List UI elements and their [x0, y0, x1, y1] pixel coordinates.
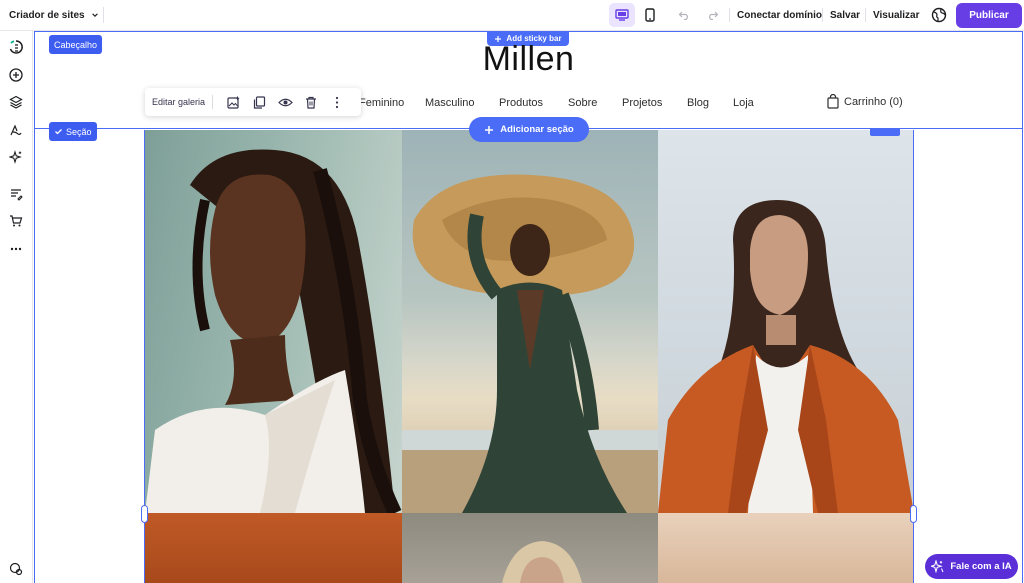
resize-handle-left[interactable]: [141, 505, 148, 523]
ai-chat-label: Fale com a IA: [950, 561, 1012, 572]
nav-item-masculino[interactable]: Masculino: [425, 97, 475, 109]
desktop-icon: [615, 9, 629, 21]
app-title: Criador de sites: [9, 9, 85, 21]
nav-item-sobre[interactable]: Sobre: [568, 97, 597, 109]
layers-button[interactable]: [7, 93, 25, 111]
palette-icon: [10, 124, 22, 136]
logo-icon[interactable]: [7, 38, 25, 56]
mobile-view-button[interactable]: [637, 3, 663, 27]
more-button[interactable]: [7, 240, 25, 258]
styles-button[interactable]: [7, 121, 25, 139]
divider: [729, 8, 730, 22]
redo-icon: [709, 11, 719, 20]
save-button[interactable]: Salvar: [830, 0, 860, 30]
ai-tools-button[interactable]: [7, 148, 25, 166]
publish-button[interactable]: Publicar: [956, 3, 1022, 28]
divider: [103, 7, 104, 23]
nav-item-produtos[interactable]: Produtos: [499, 97, 543, 109]
gallery-selection-frame: [144, 130, 914, 583]
delete-button[interactable]: [298, 92, 324, 112]
add-element-button[interactable]: [7, 66, 25, 84]
globe-icon: [931, 7, 947, 23]
divider: [865, 8, 866, 22]
help-button[interactable]: [7, 560, 25, 578]
divider: [212, 95, 214, 109]
pages-icon: [11, 189, 23, 201]
connect-domain-button[interactable]: Conectar domínio: [737, 0, 822, 30]
shopping-bag-icon: [827, 94, 839, 109]
sparkle-icon: [9, 150, 22, 164]
section-collapse-tab[interactable]: [870, 129, 900, 136]
duplicate-icon: [253, 95, 265, 109]
add-image-button[interactable]: [220, 92, 246, 112]
editor-canvas: Add sticky bar Cabeçalho Millen Feminino…: [33, 31, 1024, 583]
sparkle-icon: [931, 560, 944, 573]
resize-handle-right[interactable]: [910, 505, 917, 523]
cart-link[interactable]: Carrinho (0): [827, 94, 903, 109]
cart-icon: [10, 215, 23, 227]
divider: [822, 8, 823, 22]
pages-button[interactable]: [7, 185, 25, 203]
more-vertical-icon: [335, 96, 339, 108]
visibility-button[interactable]: [272, 92, 298, 112]
top-bar: Criador de sites Conectar domínio Salvar…: [0, 0, 1024, 31]
image-icon: [226, 96, 239, 109]
language-button[interactable]: [930, 6, 948, 24]
add-section-button[interactable]: Adicionar seção: [469, 117, 589, 142]
plus-circle-icon: [9, 68, 23, 82]
undo-button[interactable]: [674, 5, 694, 25]
nav-item-feminino[interactable]: Feminino: [359, 97, 404, 109]
cart-label: Carrinho (0): [844, 95, 903, 108]
add-section-label: Adicionar seção: [500, 124, 574, 135]
desktop-view-button[interactable]: [609, 3, 635, 27]
section-tag-label: Seção: [66, 126, 92, 137]
eye-icon: [277, 98, 293, 106]
layers-icon: [9, 95, 23, 109]
mobile-icon: [645, 8, 655, 22]
duplicate-button[interactable]: [246, 92, 272, 112]
preview-button[interactable]: Visualizar: [873, 0, 920, 30]
gallery-toolbar: Editar galeria: [145, 88, 361, 116]
plus-icon: [485, 125, 494, 134]
undo-icon: [678, 11, 688, 20]
chevron-down-icon: [91, 13, 98, 17]
section-tag[interactable]: Seção: [49, 122, 97, 141]
site-builder-menu[interactable]: Criador de sites: [9, 0, 99, 30]
more-icon: [10, 247, 22, 251]
left-sidebar: [0, 31, 33, 583]
check-icon: [55, 129, 62, 135]
site-logo[interactable]: Millen: [33, 40, 1024, 79]
store-button[interactable]: [7, 212, 25, 230]
redo-button[interactable]: [703, 5, 723, 25]
nav-item-projetos[interactable]: Projetos: [622, 97, 662, 109]
more-options-button[interactable]: [324, 92, 350, 112]
nav-item-blog[interactable]: Blog: [687, 97, 709, 109]
nav-item-loja[interactable]: Loja: [733, 97, 754, 109]
help-icon: [9, 562, 23, 576]
ai-chat-button[interactable]: Fale com a IA: [925, 554, 1018, 579]
trash-icon: [306, 96, 317, 109]
edit-gallery-button[interactable]: Editar galeria: [152, 97, 205, 107]
